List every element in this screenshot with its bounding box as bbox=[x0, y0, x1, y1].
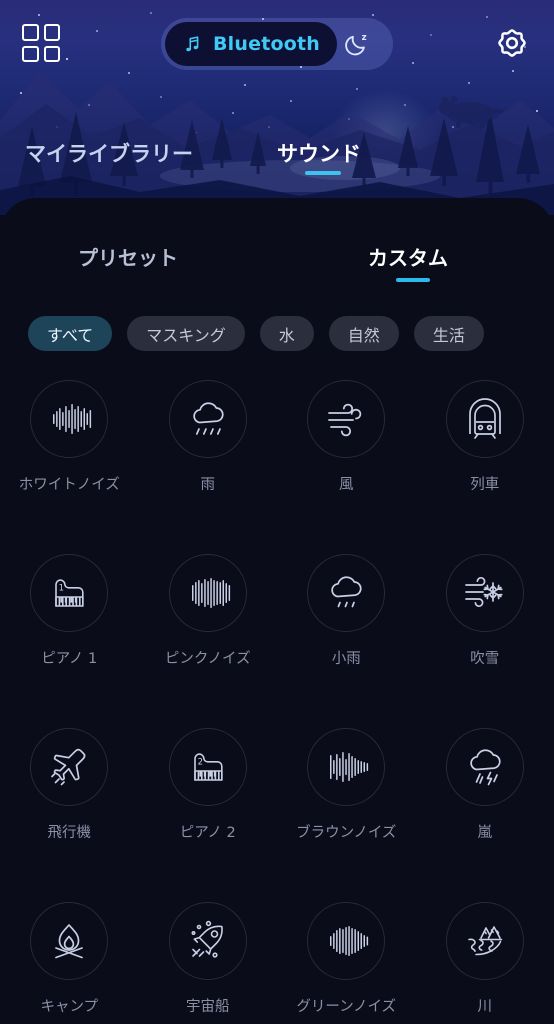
sound-item-2[interactable]: 風 bbox=[277, 380, 416, 554]
cloud-drizzle-icon bbox=[307, 554, 385, 632]
sound-item-10[interactable]: ブラウンノイズ bbox=[277, 728, 416, 902]
waveform-pink-icon bbox=[169, 554, 247, 632]
sound-item-label: ブラウンノイズ bbox=[296, 821, 396, 842]
piano-2-icon: 2 bbox=[169, 728, 247, 806]
gear-icon[interactable] bbox=[492, 23, 532, 63]
sound-item-label: グリーンノイズ bbox=[296, 995, 396, 1016]
river-mountain-icon bbox=[446, 902, 524, 980]
filter-chip-4[interactable]: 生活 bbox=[414, 316, 484, 351]
sound-item-label: キャンプ bbox=[40, 995, 98, 1016]
bluetooth-toggle-option[interactable]: Bluetooth bbox=[165, 22, 337, 66]
sound-item-11[interactable]: 嵐 bbox=[416, 728, 554, 902]
wind-snow-icon bbox=[446, 554, 524, 632]
sound-item-label: ピアノ 2 bbox=[180, 821, 236, 842]
sound-panel: プリセット カスタム すべて マスキング 水 自然 生活 ホワイトノイズ 雨 風 列車 … bbox=[0, 198, 554, 1024]
sound-item-6[interactable]: 小雨 bbox=[277, 554, 416, 728]
app-root: Bluetooth z マイライブラリー サウンド プリセット カスタム すべて… bbox=[0, 0, 554, 1024]
sub-tab-indicator bbox=[396, 278, 430, 282]
sound-item-3[interactable]: 列車 bbox=[416, 380, 554, 554]
sound-item-8[interactable]: 飛行機 bbox=[0, 728, 139, 902]
filter-chip-3[interactable]: 自然 bbox=[329, 316, 399, 351]
filter-chip-label: 生活 bbox=[433, 322, 465, 346]
wind-icon bbox=[307, 380, 385, 458]
svg-text:z: z bbox=[362, 33, 367, 43]
filter-chip-label: 自然 bbox=[348, 322, 380, 346]
mode-toggle: Bluetooth z bbox=[161, 18, 393, 70]
sound-item-15[interactable]: 川 bbox=[416, 902, 554, 1024]
cloud-rain-icon bbox=[169, 380, 247, 458]
sleep-toggle-option[interactable]: z bbox=[343, 29, 373, 59]
svg-text:1: 1 bbox=[59, 584, 64, 594]
cloud-lightning-icon bbox=[446, 728, 524, 806]
sound-item-label: 飛行機 bbox=[48, 821, 92, 842]
filter-chip-label: マスキング bbox=[146, 322, 226, 346]
sound-item-label: 吹雪 bbox=[470, 647, 499, 668]
campfire-icon bbox=[30, 902, 108, 980]
sound-item-label: 宇宙船 bbox=[186, 995, 230, 1016]
filter-chip-0[interactable]: すべて bbox=[28, 316, 112, 351]
sound-item-12[interactable]: キャンプ bbox=[0, 902, 139, 1024]
filter-chip-label: 水 bbox=[279, 322, 295, 346]
sub-tab-bar: プリセット カスタム bbox=[0, 242, 554, 290]
waveform-icon bbox=[30, 380, 108, 458]
filter-chip-label: すべて bbox=[47, 322, 93, 346]
tab-custom[interactable]: カスタム bbox=[368, 242, 448, 271]
grid-menu-icon[interactable] bbox=[22, 24, 60, 62]
sound-item-7[interactable]: 吹雪 bbox=[416, 554, 554, 728]
sound-item-1[interactable]: 雨 bbox=[139, 380, 278, 554]
sound-item-label: ホワイトノイズ bbox=[19, 473, 120, 494]
sound-grid: ホワイトノイズ 雨 風 列車 1 ピアノ 1 ピンクノイズ 小雨 吹雪 飛行機 bbox=[0, 380, 554, 1024]
sound-item-label: 列車 bbox=[470, 473, 499, 494]
filter-chip-row: すべて マスキング 水 自然 生活 bbox=[28, 316, 484, 351]
sound-item-label: 風 bbox=[339, 473, 354, 494]
tab-my-library[interactable]: マイライブラリー bbox=[25, 138, 193, 168]
sound-item-4[interactable]: 1 ピアノ 1 bbox=[0, 554, 139, 728]
filter-chip-1[interactable]: マスキング bbox=[127, 316, 245, 351]
rocket-icon bbox=[169, 902, 247, 980]
sound-item-14[interactable]: グリーンノイズ bbox=[277, 902, 416, 1024]
sound-item-label: 嵐 bbox=[478, 821, 493, 842]
main-tab-bar: マイライブラリー サウンド bbox=[0, 138, 554, 184]
piano-1-icon: 1 bbox=[30, 554, 108, 632]
sound-item-5[interactable]: ピンクノイズ bbox=[139, 554, 278, 728]
waveform-green-icon bbox=[307, 902, 385, 980]
sound-item-label: 川 bbox=[478, 995, 493, 1016]
music-note-icon bbox=[182, 33, 204, 55]
top-bar: Bluetooth z bbox=[0, 0, 554, 92]
sound-item-0[interactable]: ホワイトノイズ bbox=[0, 380, 139, 554]
bluetooth-label: Bluetooth bbox=[213, 33, 320, 55]
svg-text:2: 2 bbox=[197, 758, 202, 768]
filter-chip-2[interactable]: 水 bbox=[260, 316, 314, 351]
sound-item-label: 小雨 bbox=[332, 647, 361, 668]
sound-item-13[interactable]: 宇宙船 bbox=[139, 902, 278, 1024]
train-icon bbox=[446, 380, 524, 458]
main-tab-indicator bbox=[305, 171, 341, 175]
waveform-brown-icon bbox=[307, 728, 385, 806]
sound-item-9[interactable]: 2 ピアノ 2 bbox=[139, 728, 278, 902]
tab-preset[interactable]: プリセット bbox=[78, 242, 178, 271]
sound-item-label: 雨 bbox=[201, 473, 216, 494]
sound-item-label: ピアノ 1 bbox=[41, 647, 97, 668]
tab-sounds[interactable]: サウンド bbox=[277, 138, 361, 168]
sound-item-label: ピンクノイズ bbox=[165, 647, 251, 668]
airplane-icon bbox=[30, 728, 108, 806]
moon-sleep-icon: z bbox=[343, 29, 373, 59]
